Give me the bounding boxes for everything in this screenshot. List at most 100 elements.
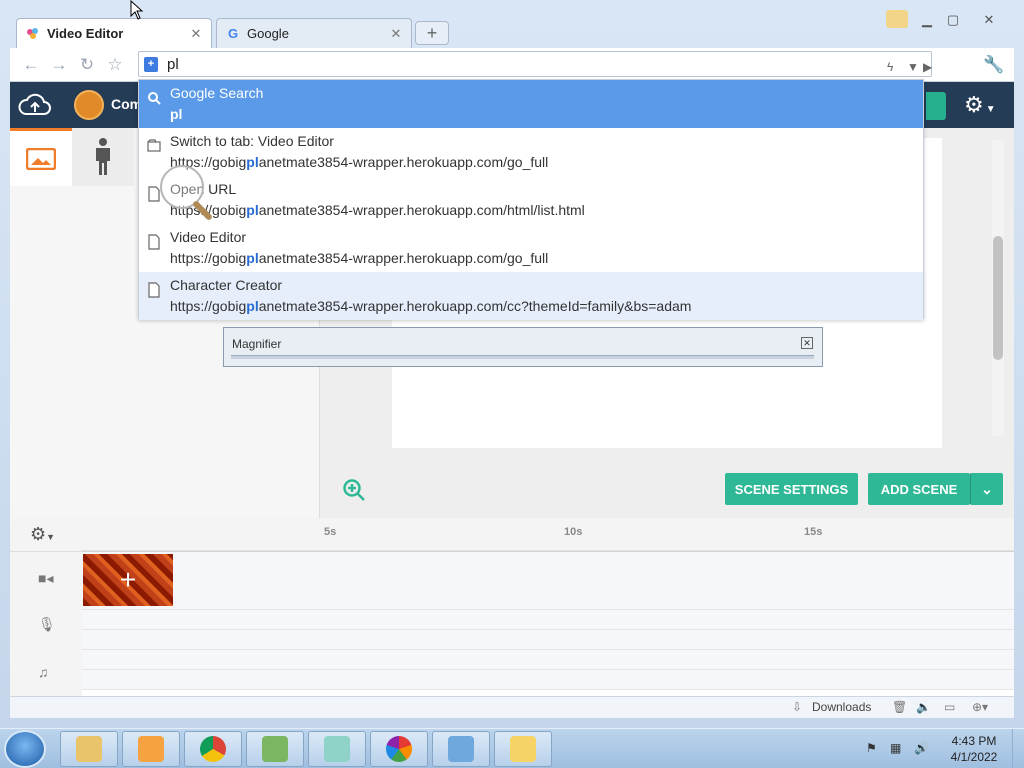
tab-video-editor[interactable]: Video Editor ✕: [16, 18, 212, 48]
ruler-label: 15s: [804, 526, 823, 538]
clock-time: 4:43 PM: [951, 734, 997, 748]
close-tab-icon[interactable]: ✕: [189, 26, 203, 42]
suggestion-title: Video Editor: [170, 229, 247, 245]
system-clock[interactable]: 4:43 PM 4/1/2022: [944, 733, 1004, 765]
show-desktop-button[interactable]: [1012, 729, 1024, 768]
taskbar-magnifier[interactable]: [432, 731, 490, 767]
magnifier-title: Magnifier: [232, 337, 282, 351]
volume-icon[interactable]: 🔊: [914, 741, 929, 755]
video-track[interactable]: [82, 552, 1014, 610]
notes-icon: [324, 736, 350, 762]
image-icon: [26, 147, 56, 170]
minimize-button[interactable]: ▁: [916, 12, 938, 28]
taskbar-photos[interactable]: [370, 731, 428, 767]
help-icon: [510, 736, 536, 762]
profile-icon[interactable]: [886, 10, 908, 28]
photos-icon: [386, 736, 412, 762]
timeline: ⚙▼ 5s 10s 15s ■◂ 🎙 ♫ +: [10, 518, 1014, 696]
suggestion-title: Google Search: [170, 85, 264, 101]
scene-settings-button[interactable]: SCENE SETTINGS: [725, 473, 858, 505]
back-icon[interactable]: ←: [20, 54, 42, 76]
folder-icon: [76, 736, 102, 762]
tab-label: Video Editor: [47, 26, 124, 41]
google-favicon-icon: G: [227, 26, 239, 41]
start-button[interactable]: [4, 730, 46, 768]
taskbar-help[interactable]: [494, 731, 552, 767]
suggestion-query: pl: [170, 106, 183, 122]
tab-label: Google: [247, 26, 289, 41]
browser-statusbar: ⇩ Downloads 🗑 🔈 ▭ ⊕▾: [10, 696, 1014, 718]
speaker-icon[interactable]: 🔈: [916, 700, 931, 714]
music-note-icon: ♫: [38, 664, 49, 680]
stage-scrollbar[interactable]: [992, 140, 1004, 436]
display-icon[interactable]: ▭: [944, 700, 955, 714]
suggestion-google-search[interactable]: Google Search pl: [139, 80, 923, 128]
tab-characters[interactable]: [72, 128, 134, 186]
taskbar-media[interactable]: [122, 731, 180, 767]
close-tab-icon[interactable]: ✕: [389, 26, 403, 42]
network-warning-icon[interactable]: ⚑: [866, 741, 877, 755]
tab-backgrounds[interactable]: [10, 128, 72, 186]
network-icon[interactable]: ▦: [890, 741, 901, 755]
scrollbar-thumb[interactable]: [993, 236, 1003, 360]
voice-track-2[interactable]: [82, 630, 1014, 650]
suggestion-open-url[interactable]: Open URL https://gobigplanetmate3854-wra…: [139, 176, 923, 224]
microphone-icon: 🎙: [38, 616, 56, 632]
page-icon: [148, 282, 160, 298]
video-editor-favicon-icon: [25, 26, 41, 42]
maximize-button[interactable]: ▢: [942, 12, 964, 28]
wrench-menu-icon[interactable]: 🔧: [980, 54, 1008, 76]
taskbar-chrome[interactable]: [184, 731, 242, 767]
address-bar[interactable]: + pl ϟ ▼ ▶: [138, 51, 932, 77]
mouse-cursor-icon: [130, 0, 144, 20]
security-shield-icon: +: [144, 57, 158, 72]
new-tab-button[interactable]: +: [415, 21, 449, 45]
magnifier-window[interactable]: Magnifier ✕: [223, 327, 823, 367]
taskbar-editor[interactable]: [246, 731, 304, 767]
close-window-button[interactable]: ✕: [978, 12, 1000, 28]
tab-google[interactable]: G Google ✕: [216, 18, 412, 48]
forward-icon[interactable]: →: [48, 54, 70, 76]
search-icon: [148, 92, 161, 105]
settings-gear-icon[interactable]: ⚙ ▼: [964, 92, 996, 118]
tab-strip: Video Editor ✕ G Google ✕ + ▁ ▢ ✕: [0, 0, 1024, 48]
ruler-ticks: [82, 550, 1014, 552]
tab-icon: [147, 139, 161, 152]
scene-thumbnail[interactable]: +: [83, 554, 173, 606]
track-icon-column: ■◂ 🎙 ♫: [10, 552, 82, 696]
music-track-2[interactable]: [82, 670, 1014, 690]
dropdown-arrow-icon[interactable]: ▼: [907, 60, 919, 74]
zoom-icon[interactable]: ⊕▾: [972, 700, 988, 714]
voice-track[interactable]: [82, 610, 1014, 630]
suggestion-title: Character Creator: [170, 277, 283, 293]
publish-button[interactable]: [926, 92, 946, 120]
magnifier-toolbar: [231, 355, 814, 359]
ruler-label: 5s: [324, 526, 337, 538]
windows-taskbar: ⚑ ▦ 🔊 4:43 PM 4/1/2022: [0, 728, 1024, 768]
close-icon[interactable]: ✕: [801, 337, 813, 349]
go-arrow-icon[interactable]: ▶: [923, 60, 932, 74]
timeline-ruler[interactable]: 5s 10s 15s: [82, 518, 1014, 552]
suggestion-video-editor[interactable]: Video Editor https://gobigplanetmate3854…: [139, 224, 923, 272]
suggestion-title: Switch to tab: Video Editor: [170, 133, 334, 149]
cloud-upload-icon[interactable]: [18, 92, 52, 118]
taskbar-notes[interactable]: [308, 731, 366, 767]
avatar[interactable]: [74, 90, 104, 120]
suggestion-character-creator[interactable]: Character Creator https://gobigplanetmat…: [139, 272, 923, 320]
trash-icon[interactable]: 🗑: [892, 700, 907, 714]
person-icon: [96, 138, 110, 175]
omnibox-suggestions: Google Search pl Switch to tab: Video Ed…: [138, 79, 924, 320]
lightning-icon[interactable]: ϟ: [887, 60, 893, 74]
bookmark-star-icon[interactable]: ☆: [104, 54, 126, 76]
suggestion-switch-tab[interactable]: Switch to tab: Video Editor https://gobi…: [139, 128, 923, 176]
address-input-value[interactable]: pl: [167, 56, 179, 73]
add-scene-button[interactable]: ADD SCENE: [868, 473, 970, 505]
reload-icon[interactable]: ↻: [76, 54, 98, 76]
timeline-settings-gear-icon[interactable]: ⚙▼: [30, 524, 55, 545]
taskbar-explorer[interactable]: [60, 731, 118, 767]
downloads-link[interactable]: Downloads: [812, 700, 871, 714]
music-track[interactable]: [82, 650, 1014, 670]
add-scene-dropdown-icon[interactable]: ⌄: [970, 473, 1003, 505]
timeline-header: ⚙▼ 5s 10s 15s: [10, 518, 1014, 552]
zoom-in-icon[interactable]: [342, 478, 366, 502]
